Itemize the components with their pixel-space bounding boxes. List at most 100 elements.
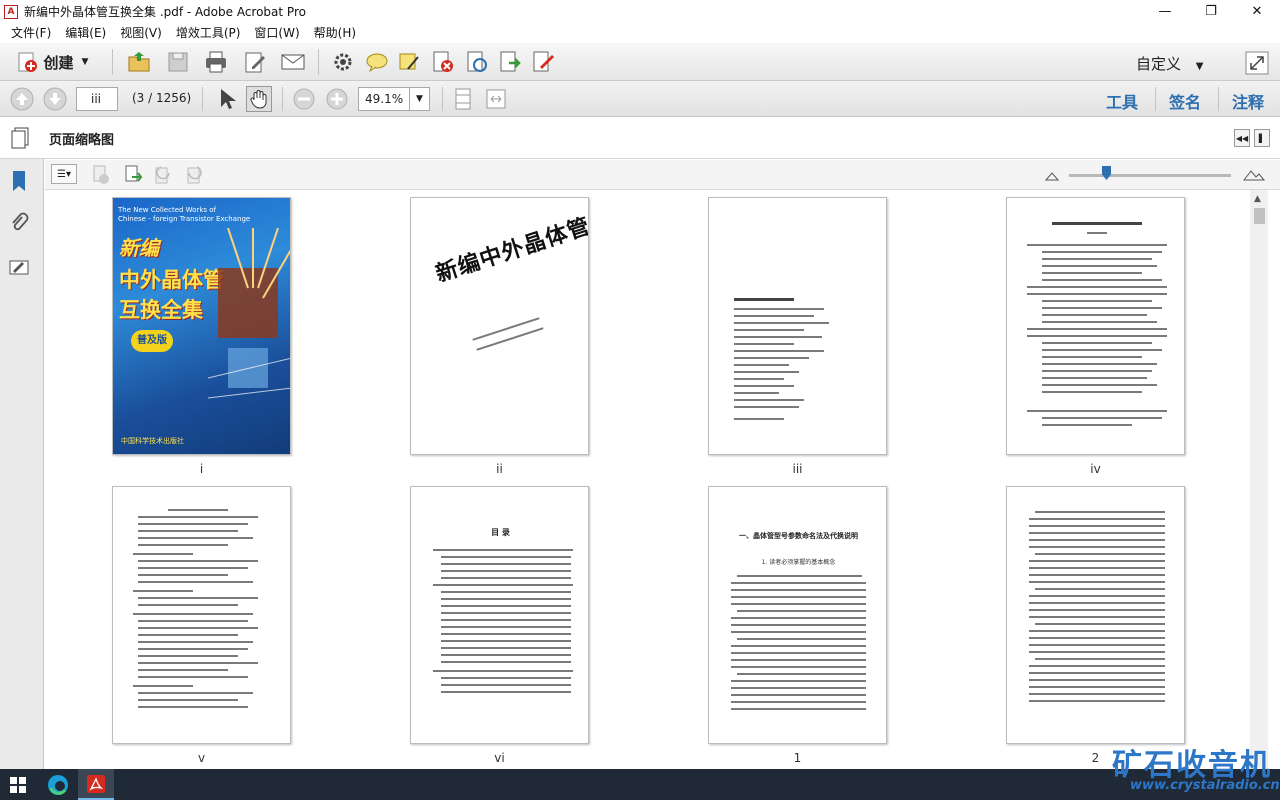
windows-start-icon[interactable] — [10, 777, 26, 793]
text-line — [1029, 616, 1165, 618]
text-line — [441, 577, 571, 579]
zoom-out-icon[interactable] — [292, 87, 316, 111]
text-line — [441, 626, 571, 628]
signature-icon[interactable] — [8, 255, 30, 279]
attachment-icon[interactable] — [8, 211, 30, 235]
text-line — [737, 575, 862, 577]
minimize-button[interactable]: — — [1142, 0, 1188, 23]
text-line — [1027, 335, 1167, 337]
thumbnail-page-v[interactable] — [112, 486, 291, 744]
menu-plugins[interactable]: 增效工具(P) — [169, 23, 248, 43]
cover-publisher: 中国科学技术出版社 — [121, 437, 184, 445]
rotate-ccw-icon[interactable] — [153, 164, 173, 186]
zoom-input[interactable]: 49.1% — [358, 87, 410, 111]
text-line — [731, 701, 866, 703]
thumbnail-scrollbar[interactable]: ▲ — [1250, 190, 1268, 769]
panel-options-button[interactable]: ▌ — [1254, 129, 1270, 147]
restore-button[interactable]: ❐ — [1188, 0, 1234, 23]
comment-icon[interactable] — [364, 49, 390, 75]
extract-page-icon[interactable] — [497, 49, 523, 75]
collapse-panel-button[interactable]: ◀◀ — [1234, 129, 1250, 147]
thumbnail-label: iv — [1090, 462, 1101, 476]
edge-browser-icon[interactable] — [47, 774, 69, 796]
text-line — [731, 631, 866, 633]
bookmark-icon[interactable] — [8, 169, 30, 193]
toolbar-divider — [282, 87, 283, 111]
text-line — [731, 652, 866, 654]
sign-document-icon[interactable] — [530, 49, 556, 75]
text-line — [1042, 321, 1157, 323]
fit-page-icon[interactable] — [452, 87, 474, 111]
text-line — [737, 673, 866, 675]
thumbnail-page-ii[interactable]: 新编中外晶体管互换全集 — [410, 197, 589, 455]
open-folder-icon[interactable] — [126, 49, 152, 75]
highlight-icon[interactable] — [396, 49, 422, 75]
tab-sign[interactable]: 签名 — [1169, 89, 1201, 113]
scrollbar-thumb[interactable] — [1254, 208, 1265, 224]
text-line — [138, 516, 258, 518]
menu-help[interactable]: 帮助(H) — [307, 23, 363, 43]
delete-page-icon[interactable] — [430, 49, 456, 75]
thumbnail-page-iv[interactable] — [1006, 197, 1185, 455]
text-line — [1029, 672, 1165, 674]
scroll-up-icon[interactable]: ▲ — [1254, 194, 1261, 204]
tab-comment[interactable]: 注释 — [1232, 89, 1264, 113]
text-line — [1027, 286, 1167, 288]
save-icon[interactable] — [165, 49, 191, 75]
settings-gear-icon[interactable] — [330, 49, 356, 75]
text-line — [133, 590, 193, 592]
next-page-icon[interactable] — [42, 86, 68, 112]
thumbnail-options-button[interactable]: ☰▾ — [51, 164, 77, 184]
select-cursor-icon[interactable] — [214, 86, 238, 112]
hand-tool-button[interactable] — [246, 86, 272, 112]
cover-english-title: The New Collected Works of Chinese - for… — [118, 206, 251, 223]
menu-file[interactable]: 文件(F) — [4, 23, 58, 43]
text-line — [1029, 665, 1165, 667]
panel-title: 页面缩略图 — [49, 133, 115, 148]
text-line — [734, 329, 804, 331]
thumbnail-label: i — [199, 462, 204, 476]
text-line — [1035, 623, 1165, 625]
small-thumbnails-icon[interactable] — [1045, 168, 1059, 182]
thumbnail-page-1[interactable]: 一、晶体管型号参数命名法及代换说明 1. 读者必须掌握的基本概念 — [708, 486, 887, 744]
zoom-in-icon[interactable] — [325, 87, 349, 111]
insert-page-icon[interactable] — [123, 164, 143, 186]
text-line — [1042, 300, 1152, 302]
replace-page-icon[interactable] — [464, 49, 490, 75]
text-line — [734, 399, 804, 401]
thumbnail-page-vi[interactable]: 目 录 — [410, 486, 589, 744]
thumbnail-label: iii — [792, 462, 803, 476]
create-button[interactable]: 创建 ▼ — [8, 48, 96, 76]
rotate-cw-icon[interactable] — [185, 164, 205, 186]
text-line — [1029, 679, 1165, 681]
delete-thumbnail-icon[interactable] — [91, 164, 111, 186]
menu-view[interactable]: 视图(V) — [113, 23, 169, 43]
zoom-dropdown[interactable]: ▼ — [410, 87, 430, 111]
create-label: 创建 — [43, 53, 74, 72]
large-thumbnails-icon[interactable] — [1243, 166, 1265, 182]
thumbnail-size-slider[interactable] — [1069, 174, 1231, 177]
text-line — [1042, 258, 1152, 260]
thumbnail-page-2[interactable] — [1006, 486, 1185, 744]
customize-dropdown[interactable]: 自定义 ▼ — [1136, 53, 1204, 74]
text-line — [138, 648, 248, 650]
page-number-input[interactable]: iii — [76, 87, 118, 111]
print-icon[interactable] — [203, 49, 229, 75]
fullscreen-icon[interactable] — [1244, 50, 1270, 76]
thumbnail-page-iii[interactable] — [708, 197, 887, 455]
edit-document-icon[interactable] — [242, 49, 268, 75]
text-line — [441, 633, 571, 635]
email-icon[interactable] — [280, 49, 306, 75]
menu-window[interactable]: 窗口(W) — [247, 23, 306, 43]
text-line — [734, 308, 824, 310]
text-line — [1027, 328, 1167, 330]
fit-width-icon[interactable] — [484, 87, 508, 111]
previous-page-icon[interactable] — [9, 86, 35, 112]
close-button[interactable]: ✕ — [1234, 0, 1280, 23]
menu-edit[interactable]: 编辑(E) — [58, 23, 113, 43]
chevron-down-icon: ▼ — [416, 94, 423, 104]
text-line — [1029, 574, 1165, 576]
tab-tools[interactable]: 工具 — [1106, 89, 1138, 113]
thumbnail-page-i[interactable]: The New Collected Works of Chinese - for… — [112, 197, 291, 455]
acrobat-taskbar-button[interactable] — [78, 769, 114, 800]
